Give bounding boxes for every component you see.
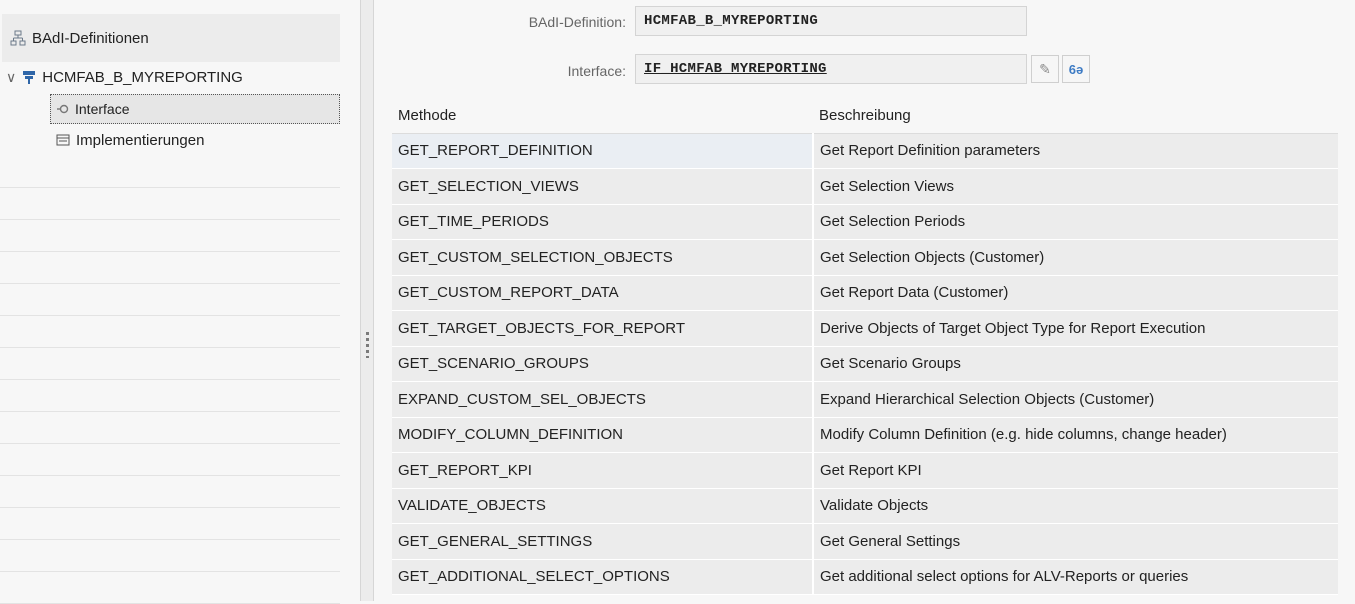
interface-icon bbox=[56, 102, 70, 116]
table-row[interactable]: GET_CUSTOM_SELECTION_OBJECTS Get Selectio… bbox=[392, 239, 1338, 276]
interface-detail-panel: BAdI-Definition: HCMFAB_B_MYREPORTING In… bbox=[374, 0, 1354, 601]
implementations-icon bbox=[56, 133, 70, 147]
description-cell: Get General Settings bbox=[813, 523, 1338, 560]
description-cell: Get Report Definition parameters bbox=[813, 133, 1338, 169]
method-cell[interactable]: MODIFY_COLUMN_DEFINITION bbox=[392, 417, 814, 453]
table-row[interactable]: EXPAND_CUSTOM_SEL_OBJECTS Expand Hierarch… bbox=[392, 381, 1338, 418]
description-cell: Get Selection Views bbox=[813, 168, 1338, 205]
method-cell[interactable]: EXPAND_CUSTOM_SEL_OBJECTS bbox=[392, 381, 814, 418]
method-cell[interactable]: GET_SELECTION_VIEWS bbox=[392, 168, 814, 205]
tree-empty-row bbox=[0, 348, 340, 380]
table-row[interactable]: GET_TIME_PERIODS Get Selection Periods bbox=[392, 204, 1338, 240]
methods-table: Methode Beschreibung GET_REPORT_DEFINITI… bbox=[392, 98, 1338, 595]
tree-empty-row bbox=[0, 476, 340, 508]
description-cell: Get Report KPI bbox=[813, 452, 1338, 489]
table-row[interactable]: GET_ADDITIONAL_SELECT_OPTIONS Get additio… bbox=[392, 559, 1338, 595]
tree-empty-row bbox=[0, 220, 340, 252]
method-cell[interactable]: GET_CUSTOM_SELECTION_OBJECTS bbox=[392, 239, 814, 276]
method-cell[interactable]: GET_TARGET_OBJECTS_FOR_REPORT bbox=[392, 310, 814, 347]
tree-empty-row bbox=[0, 284, 340, 316]
description-cell: Validate Objects bbox=[813, 488, 1338, 524]
table-row[interactable]: GET_REPORT_DEFINITION Get Report Definiti… bbox=[392, 133, 1338, 169]
splitter-grip-icon[interactable] bbox=[366, 332, 369, 358]
table-row[interactable]: MODIFY_COLUMN_DEFINITION Modify Column De… bbox=[392, 417, 1338, 453]
table-row[interactable]: GET_REPORT_KPI Get Report KPI bbox=[392, 452, 1338, 489]
tree-node-definition-label: HCMFAB_B_MYREPORTING bbox=[42, 68, 243, 86]
tree-node-interface[interactable]: Interface bbox=[56, 95, 129, 123]
badi-definition-label: BAdI-Definition: bbox=[528, 14, 626, 30]
description-cell: Modify Column Definition (e.g. hide colu… bbox=[813, 417, 1338, 453]
chevron-down-icon[interactable]: ∨ bbox=[6, 69, 16, 86]
description-cell: Expand Hierarchical Selection Objects (C… bbox=[813, 381, 1338, 418]
description-cell: Get Scenario Groups bbox=[813, 346, 1338, 382]
table-row[interactable]: GET_CUSTOM_REPORT_DATA Get Report Data (C… bbox=[392, 275, 1338, 311]
tree-empty-row bbox=[0, 412, 340, 444]
tree-empty-row bbox=[0, 380, 340, 412]
table-row[interactable]: GET_SCENARIO_GROUPS Get Scenario Groups bbox=[392, 346, 1338, 382]
badi-definition-field[interactable]: HCMFAB_B_MYREPORTING bbox=[635, 6, 1027, 36]
method-cell[interactable]: GET_REPORT_KPI bbox=[392, 452, 814, 489]
panel-splitter[interactable] bbox=[360, 0, 374, 601]
table-row[interactable]: GET_TARGET_OBJECTS_FOR_REPORT Derive Obje… bbox=[392, 310, 1338, 347]
tree-empty-row bbox=[0, 156, 340, 188]
description-cell: Derive Objects of Target Object Type for… bbox=[813, 310, 1338, 347]
tree-node-interface-label: Interface bbox=[75, 101, 130, 117]
interface-label: Interface: bbox=[567, 63, 626, 79]
tree-node-definition[interactable]: ∨ HCMFAB_B_MYREPORTING bbox=[6, 63, 243, 91]
pencil-icon[interactable]: ✎ bbox=[1031, 55, 1059, 83]
method-cell[interactable]: GET_ADDITIONAL_SELECT_OPTIONS bbox=[392, 559, 814, 595]
interface-field[interactable]: IF_HCMFAB_MYREPORTING bbox=[635, 54, 1027, 84]
table-row[interactable]: GET_GENERAL_SETTINGS Get General Settings bbox=[392, 523, 1338, 560]
badi-tree-panel: BAdI-Definitionen ∨ HCMFAB_B_MYREPORTING… bbox=[0, 0, 360, 604]
glasses-icon[interactable]: 6ә bbox=[1062, 55, 1090, 83]
description-cell: Get Selection Objects (Customer) bbox=[813, 239, 1338, 276]
tree-empty-row bbox=[0, 316, 340, 348]
tree-empty-row bbox=[0, 540, 340, 572]
tree-empty-row bbox=[0, 508, 340, 540]
method-cell[interactable]: VALIDATE_OBJECTS bbox=[392, 488, 814, 524]
tree-node-implementations-label: Implementierungen bbox=[76, 131, 205, 149]
tree-empty-row bbox=[0, 572, 340, 604]
tree-root[interactable]: BAdI-Definitionen bbox=[2, 14, 340, 62]
tree-empty-row bbox=[0, 252, 340, 284]
method-cell[interactable]: GET_TIME_PERIODS bbox=[392, 204, 814, 240]
badi-definition-icon bbox=[22, 70, 36, 84]
method-cell[interactable]: GET_CUSTOM_REPORT_DATA bbox=[392, 275, 814, 311]
tree-node-implementations[interactable]: Implementierungen bbox=[56, 126, 204, 154]
description-cell: Get additional select options for ALV-Re… bbox=[813, 559, 1338, 595]
description-cell: Get Selection Periods bbox=[813, 204, 1338, 240]
tree-root-label: BAdI-Definitionen bbox=[32, 29, 149, 47]
column-header-description[interactable]: Beschreibung bbox=[813, 98, 1338, 134]
tree-empty-row bbox=[0, 444, 340, 476]
column-header-method[interactable]: Methode bbox=[392, 98, 813, 134]
table-row[interactable]: VALIDATE_OBJECTS Validate Objects bbox=[392, 488, 1338, 524]
hierarchy-icon bbox=[10, 30, 26, 46]
method-cell[interactable]: GET_GENERAL_SETTINGS bbox=[392, 523, 814, 560]
table-row[interactable]: GET_SELECTION_VIEWS Get Selection Views bbox=[392, 168, 1338, 205]
description-cell: Get Report Data (Customer) bbox=[813, 275, 1338, 311]
method-cell[interactable]: GET_SCENARIO_GROUPS bbox=[392, 346, 814, 382]
table-header-row: Methode Beschreibung bbox=[392, 98, 1338, 134]
tree-empty-row bbox=[0, 188, 340, 220]
method-cell[interactable]: GET_REPORT_DEFINITION bbox=[392, 133, 814, 169]
